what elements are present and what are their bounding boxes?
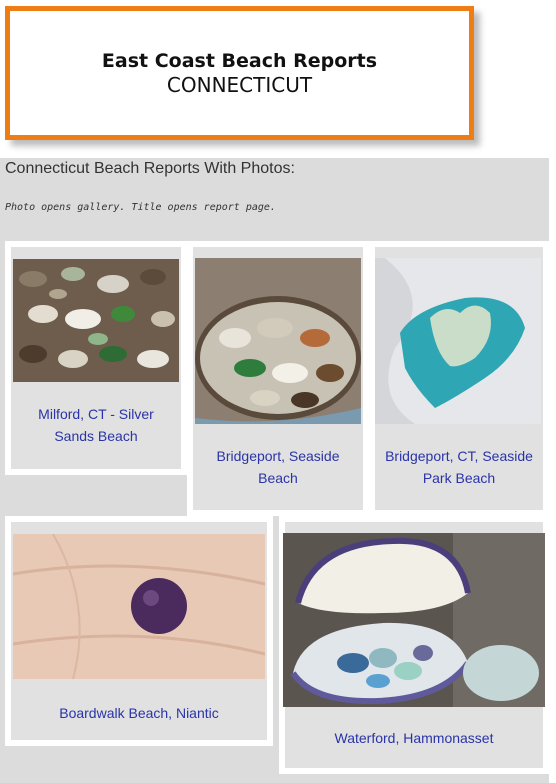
report-card-bridgeport-seaside: Bridgeport, Seaside Beach: [187, 241, 369, 516]
report-photo-milford[interactable]: [13, 259, 179, 382]
report-card-bridgeport-park: Bridgeport, CT, Seaside Park Beach: [369, 241, 549, 516]
site-header: East Coast Beach Reports CONNECTICUT: [5, 6, 474, 140]
report-link-milford[interactable]: Milford, CT - Silver Sands Beach: [5, 403, 187, 447]
report-link-bridgeport-seaside[interactable]: Bridgeport, Seaside Beach: [187, 445, 369, 489]
report-photo-niantic[interactable]: [13, 534, 265, 679]
site-title: East Coast Beach Reports: [101, 50, 378, 72]
state-title: CONNECTICUT: [166, 73, 313, 97]
gallery-instructions: Photo opens gallery. Title opens report …: [5, 202, 276, 213]
report-card-waterford: Waterford, Hammonasset: [279, 516, 549, 774]
gallery-heading: Connecticut Beach Reports With Photos:: [5, 160, 295, 177]
report-link-bridgeport-park[interactable]: Bridgeport, CT, Seaside Park Beach: [369, 445, 549, 489]
report-photo-waterford[interactable]: [283, 533, 545, 707]
report-photo-bridgeport-park[interactable]: [375, 258, 541, 424]
report-link-niantic[interactable]: Boardwalk Beach, Niantic: [5, 702, 273, 724]
report-card-milford: Milford, CT - Silver Sands Beach: [5, 241, 187, 475]
report-link-waterford[interactable]: Waterford, Hammonasset: [279, 727, 549, 749]
report-photo-bridgeport-seaside[interactable]: [195, 258, 361, 424]
report-card-niantic: Boardwalk Beach, Niantic: [5, 516, 273, 746]
